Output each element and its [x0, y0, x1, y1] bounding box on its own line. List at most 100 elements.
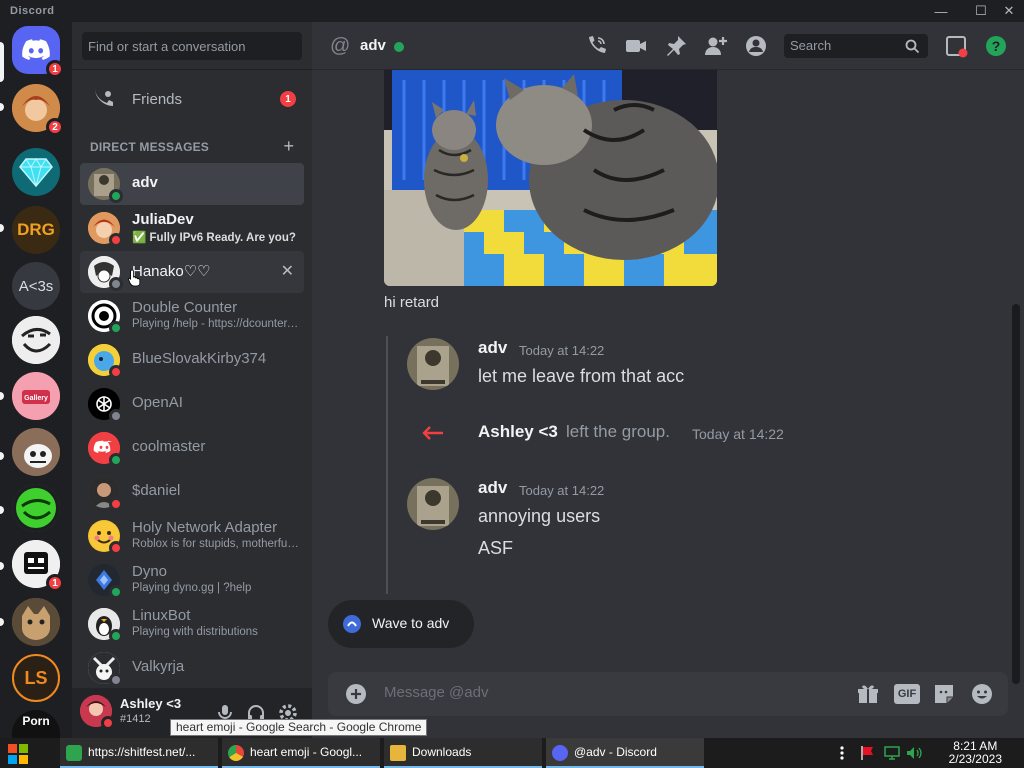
status-dnd-icon [109, 365, 123, 379]
message-composer[interactable]: Message @adv GIF [328, 672, 1008, 716]
message-author[interactable]: adv [478, 338, 507, 358]
close-dm-button[interactable]: ✕ [281, 261, 294, 281]
taskbar-item-chrome[interactable]: heart emoji - Googl... [222, 738, 380, 768]
system-clock[interactable]: 8:21 AM 2/23/2023 [949, 740, 1002, 766]
divider [72, 69, 312, 70]
inbox-icon[interactable] [944, 34, 968, 58]
emoji-icon[interactable] [970, 682, 994, 706]
taskbar-label: Downloads [412, 745, 472, 759]
video-call-icon[interactable] [624, 34, 648, 58]
notification-badge: 2 [46, 118, 64, 136]
server-icon-sans[interactable] [12, 428, 60, 476]
user-avatar[interactable] [80, 695, 115, 730]
system-author[interactable]: Ashley <3 [478, 422, 558, 442]
add-friends-to-dm-icon[interactable] [704, 34, 728, 58]
taskbar-item-browser[interactable]: https://shitfest.net/... [60, 738, 218, 768]
chat-area: @ adv Search ? hi retard adv Today at 14… [312, 22, 1024, 738]
server-icon-ls[interactable]: LS [12, 654, 60, 702]
dm-item-adv[interactable]: adv [80, 163, 304, 205]
message-author[interactable]: adv [478, 478, 507, 498]
dm-item-valkyrja[interactable]: Valkyrja [80, 647, 304, 689]
left-arrow-icon [422, 426, 443, 440]
dm-item-blueslovakkirby374[interactable]: BlueSlovakKirby374 [80, 339, 304, 381]
chrome-icon [228, 745, 244, 761]
flag-icon[interactable] [860, 745, 876, 761]
pinned-messages-icon[interactable] [664, 34, 688, 58]
message-input[interactable]: Message @adv [384, 684, 488, 701]
dm-name: Hanako♡♡ [132, 263, 211, 280]
dm-name: adv [132, 174, 158, 191]
avatar [88, 168, 123, 203]
server-icon-drg[interactable]: DRG [12, 206, 60, 254]
wave-button[interactable]: Wave to adv [328, 600, 474, 648]
close-window-button[interactable]: ✕ [994, 0, 1024, 22]
unread-pip [0, 452, 4, 460]
search-icon [905, 39, 920, 54]
find-conversation-button[interactable]: Find or start a conversation [82, 32, 302, 60]
voice-call-icon[interactable] [584, 34, 608, 58]
message-timestamp: Today at 14:22 [519, 483, 605, 498]
dm-status-text: Playing with distributions [132, 626, 258, 638]
avatar [88, 212, 123, 247]
dm-item-dyno[interactable]: Dyno Playing dyno.gg | ?help [80, 559, 304, 601]
server-icon-gallery[interactable]: Gallery [12, 372, 60, 420]
dm-item-linuxbot[interactable]: LinuxBot Playing with distributions [80, 603, 304, 645]
server-icon-cat[interactable] [12, 598, 60, 646]
dm-name: JuliaDev [132, 211, 194, 228]
title-bar: Discord — ☐ ✕ [0, 0, 1024, 22]
dm-item-daniel[interactable]: $daniel [80, 471, 304, 513]
dm-name: coolmaster [132, 438, 206, 455]
dm-item-openai[interactable]: OpenAI [80, 383, 304, 425]
server-icon-art[interactable]: 2 [12, 84, 64, 136]
server-icon-a3s[interactable]: A<3s [12, 262, 60, 310]
avatar [88, 432, 123, 467]
svg-text:Gallery: Gallery [24, 395, 48, 402]
dm-item-coolmaster[interactable]: coolmaster [80, 427, 304, 469]
sticker-icon[interactable] [932, 682, 956, 706]
cats-image [384, 70, 717, 286]
user-profile-icon[interactable] [744, 34, 768, 58]
add-attachment-icon[interactable] [344, 682, 368, 706]
taskbar-item-discord[interactable]: @adv - Discord [546, 738, 704, 768]
unread-pip [0, 392, 4, 400]
dm-name: Holy Network Adapter [132, 519, 278, 536]
server-icon-robot[interactable]: 1 [12, 540, 64, 592]
avatar [88, 564, 123, 599]
create-dm-button[interactable]: + [283, 136, 294, 157]
maximize-button[interactable]: ☐ [966, 0, 996, 22]
scrollbar[interactable] [1012, 304, 1020, 684]
taskbar-item-downloads[interactable]: Downloads [384, 738, 542, 768]
dm-item-juliadev[interactable]: JuliaDev ✅ Fully IPv6 Ready. Are you? [80, 207, 304, 249]
dm-name: OpenAI [132, 394, 183, 411]
gif-button[interactable]: GIF [894, 684, 920, 704]
message-timestamp: Today at 14:22 [519, 343, 605, 358]
reply-thread-line [386, 336, 388, 594]
dm-name: LinuxBot [132, 607, 191, 624]
dm-item-hanako[interactable]: Hanako♡♡ ✕ [80, 251, 304, 293]
gift-icon[interactable] [856, 682, 880, 706]
status-offline-icon [109, 277, 123, 291]
status-dnd-icon [109, 497, 123, 511]
server-icon-diamond[interactable] [12, 148, 60, 196]
help-button[interactable]: ? [986, 36, 1006, 56]
server-icon-green-troll[interactable] [12, 484, 60, 532]
home-button[interactable]: 1 [12, 26, 64, 78]
minimize-button[interactable]: — [926, 0, 956, 22]
dm-item-holy-network-adapter[interactable]: Holy Network Adapter Roblox is for stupi… [80, 515, 304, 557]
author-avatar[interactable] [407, 478, 459, 530]
tray-overflow-icon[interactable] [838, 745, 846, 761]
dm-item-double-counter[interactable]: Double Counter Playing /help - https://d… [80, 295, 304, 337]
spotify-icon [66, 745, 82, 761]
friends-button[interactable]: Friends 1 [80, 77, 304, 121]
message-text: annoying users [478, 506, 601, 526]
author-avatar[interactable] [407, 338, 459, 390]
status-dnd-icon [101, 716, 115, 730]
cats-photo[interactable] [384, 70, 717, 286]
message-text: ASF [478, 538, 514, 558]
hand-cursor-icon [128, 269, 141, 287]
server-icon-troll[interactable] [12, 316, 60, 364]
windows-start-icon[interactable] [8, 744, 28, 764]
volume-icon[interactable] [906, 745, 922, 761]
status-online-icon [109, 189, 123, 203]
network-icon[interactable] [884, 745, 900, 761]
